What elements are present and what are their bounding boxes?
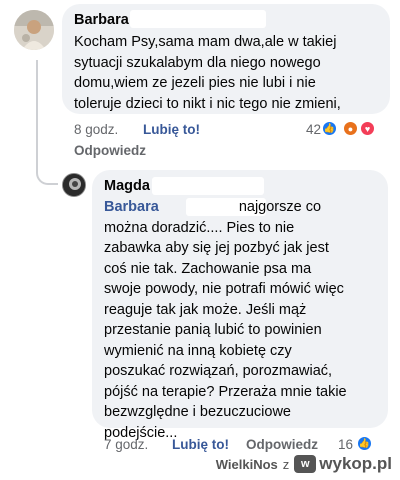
watermark-site: wykop.pl — [319, 454, 392, 473]
wykop-logo-icon: w — [294, 455, 317, 473]
like-button[interactable]: Lubię to! — [143, 122, 200, 137]
comment-line: przestanie panią lubić to powinien — [104, 322, 322, 338]
redacted-surname — [152, 177, 264, 195]
comment-line: zabawka aby się jej pozbyć jak jest — [104, 240, 329, 256]
like-button[interactable]: Lubię to! — [172, 437, 229, 452]
like-reaction-icon: 👍 — [322, 121, 337, 136]
comment-line: można doradzić.... Pies to nie — [104, 219, 295, 236]
comment-line: bezwzględne i bezuczuciowe — [104, 404, 291, 420]
comment-line: swoje powody, nie potrafi mówić więc — [104, 281, 344, 297]
comment-line: sytuacji szukalabym dla niego nowego — [74, 54, 321, 71]
like-reaction-icon: 👍 — [357, 436, 372, 451]
watermark-user: WielkiNos — [215, 456, 278, 472]
comment-line: pójść na terapie? Przeraża mnie takie — [104, 383, 347, 400]
comment-line: Kocham Psy,sama mam dwa,ale w takiej — [74, 34, 337, 50]
comment-line: wymienić na inną kobietę czy — [104, 342, 292, 359]
comment-line: toleruje dzieci to nikt i nic tego nie z… — [74, 95, 341, 112]
avatar-barbara[interactable] — [14, 10, 54, 50]
reaction-count[interactable]: 42 — [306, 122, 321, 137]
comment-text: Barbara najgorsze co można doradzić.... P… — [104, 197, 347, 443]
comment-line: reaguje tak jak może. Jeśli mąż — [104, 301, 307, 318]
watermark-connector: z — [282, 456, 290, 472]
comment-line: poszukać rozwiązań, porozmawiać, — [104, 363, 333, 379]
comment-line: coś nie tak. Zachowanie psa ma — [104, 260, 312, 277]
redacted-surname — [130, 10, 266, 28]
watermark: WielkiNos z w wykop.pl — [216, 454, 392, 474]
love-reaction-icon: ♥ — [360, 121, 375, 136]
avatar-magda[interactable] — [62, 173, 86, 197]
angry-reaction-icon: ● — [343, 121, 358, 136]
comment-line: najgorsze co — [238, 199, 322, 215]
reply-button[interactable]: Odpowiedz — [74, 143, 146, 158]
comment-author[interactable]: Magda — [104, 178, 150, 194]
comment-line: domu,wiem ze jezeli pies nie lubi i nie — [74, 75, 316, 91]
comment-time[interactable]: 8 godz. — [74, 122, 118, 137]
wykop-logo: w wykop.pl — [294, 454, 392, 474]
avatar-photo-icon — [14, 10, 54, 50]
reply-button[interactable]: Odpowiedz — [246, 437, 318, 452]
comment-author[interactable]: Barbara — [74, 12, 129, 28]
comment-text: Kocham Psy,sama mam dwa,ale w takiej syt… — [74, 32, 341, 114]
avatar-photo-icon — [63, 174, 85, 196]
reaction-count[interactable]: 16 — [338, 437, 353, 452]
thread-connector — [36, 60, 58, 185]
comment-time[interactable]: 7 godz. — [104, 437, 148, 452]
mention-link[interactable]: Barbara — [104, 199, 159, 215]
